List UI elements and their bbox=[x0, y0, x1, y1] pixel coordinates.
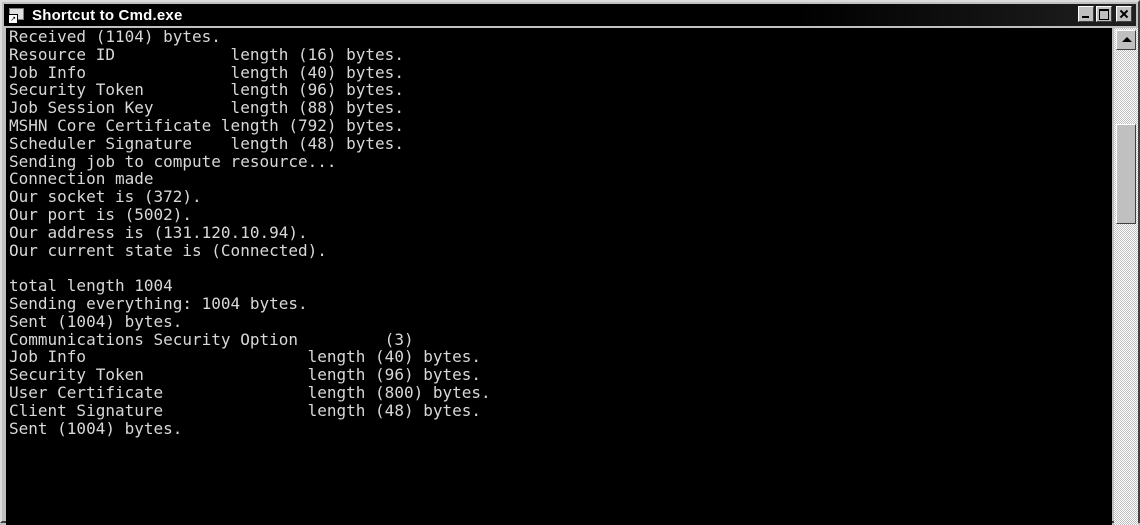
console-line: Sending job to compute resource... bbox=[9, 151, 337, 171]
console-line: Resource ID length (16) bytes. bbox=[9, 44, 404, 64]
vertical-scrollbar[interactable] bbox=[1114, 28, 1138, 525]
console-line: Job Session Key length (88) bytes. bbox=[9, 98, 404, 118]
console-line: Our address is (131.120.10.94). bbox=[9, 222, 308, 242]
console-output[interactable]: Received (1104) bytes. Resource ID length… bbox=[6, 28, 1112, 525]
console-line: Job Info length (40) bytes. bbox=[9, 347, 482, 367]
console-line: total length 1004 bbox=[9, 276, 173, 296]
console-line: User Certificate length (800) bytes. bbox=[9, 382, 491, 402]
console-line: Security Token length (96) bytes. bbox=[9, 80, 404, 100]
console-window: ↗ Shortcut to Cmd.exe Received (1104) by… bbox=[0, 0, 1140, 525]
console-line: Client Signature length (48) bytes. bbox=[9, 400, 482, 420]
console-line: Received (1104) bytes. bbox=[9, 28, 221, 46]
console-line: Our port is (5002). bbox=[9, 204, 193, 224]
window-controls bbox=[1078, 6, 1132, 22]
close-button[interactable] bbox=[1116, 6, 1132, 22]
console-line: Connection made bbox=[9, 169, 154, 189]
minimize-button[interactable] bbox=[1078, 6, 1094, 22]
console-line: Job Info length (40) bytes. bbox=[9, 62, 404, 82]
console-line: Sent (1004) bytes. bbox=[9, 418, 183, 438]
console-line: Sent (1004) bytes. bbox=[9, 311, 183, 331]
console-line: Our current state is (Connected). bbox=[9, 240, 327, 260]
console-line: MSHN Core Certificate length (792) bytes… bbox=[9, 115, 404, 135]
window-title: Shortcut to Cmd.exe bbox=[32, 6, 183, 24]
maximize-button[interactable] bbox=[1096, 6, 1112, 22]
title-bar[interactable]: ↗ Shortcut to Cmd.exe bbox=[4, 4, 1136, 26]
cmd-shortcut-icon[interactable]: ↗ bbox=[8, 6, 26, 24]
scroll-up-button[interactable] bbox=[1116, 30, 1136, 50]
console-line: Our socket is (372). bbox=[9, 187, 202, 207]
scroll-thumb[interactable] bbox=[1116, 124, 1136, 224]
console-line: Communications Security Option (3) bbox=[9, 329, 414, 349]
shortcut-arrow-icon: ↗ bbox=[8, 14, 18, 24]
console-line: Scheduler Signature length (48) bytes. bbox=[9, 133, 404, 153]
console-line: Security Token length (96) bytes. bbox=[9, 365, 482, 385]
console-line: Sending everything: 1004 bytes. bbox=[9, 293, 308, 313]
